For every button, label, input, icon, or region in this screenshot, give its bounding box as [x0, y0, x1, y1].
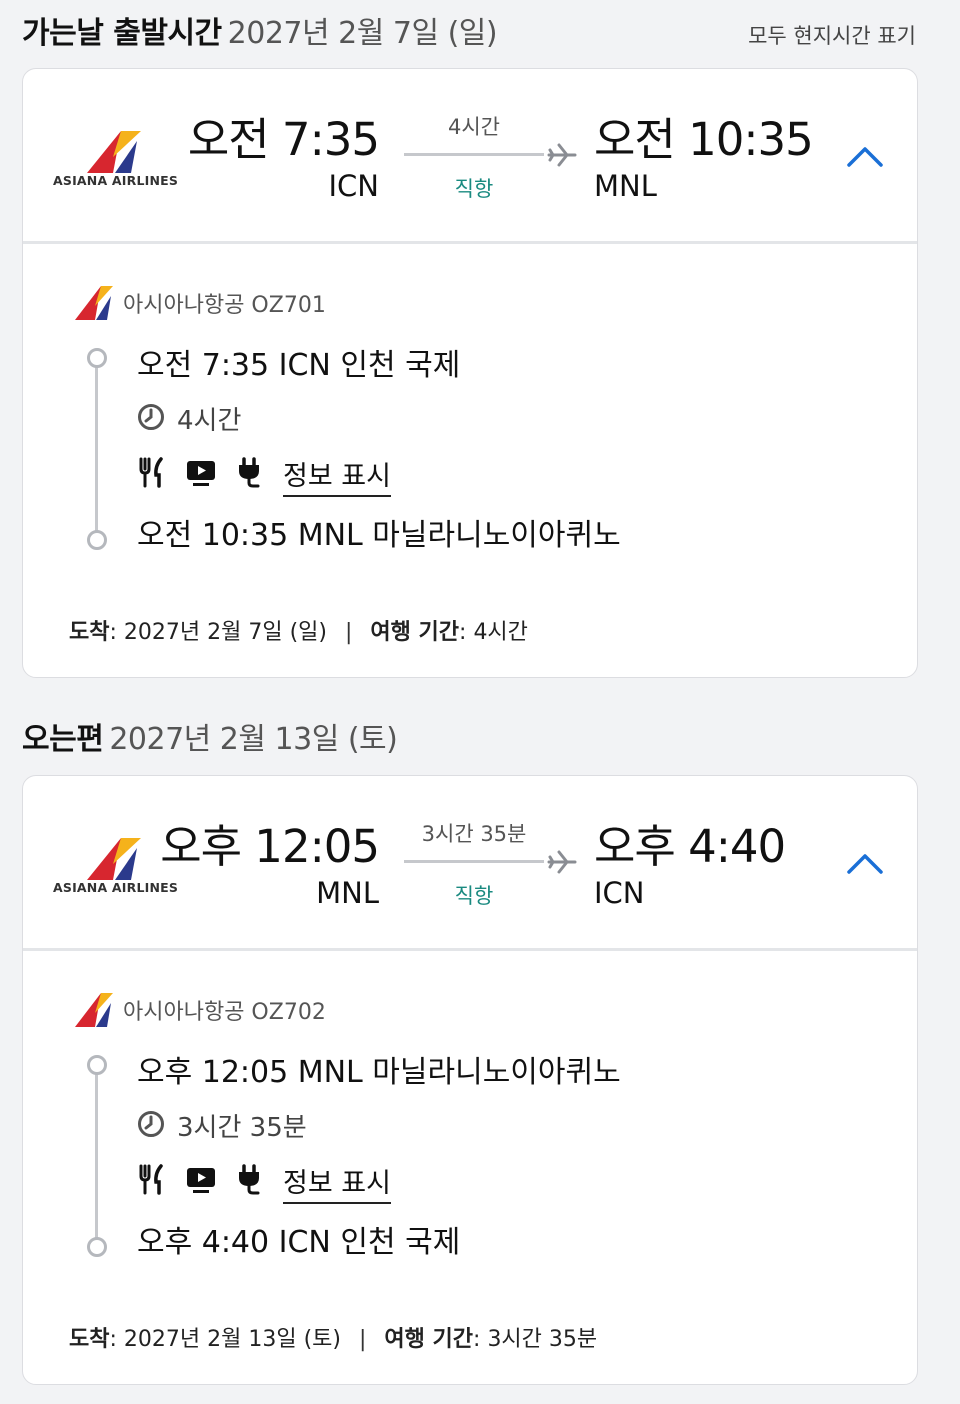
- inbound-title: 오는편: [22, 722, 104, 757]
- arrival-date: 2027년 2월 7일 (일): [123, 620, 327, 645]
- timeline-dot-arrival: [87, 1237, 107, 1257]
- tv-icon: [187, 461, 215, 486]
- meal-icon: [139, 457, 163, 488]
- asiana-logo-icon: [75, 993, 113, 1027]
- inbound-heading: 오는편 2027년 2월 13일 (토): [22, 714, 398, 758]
- arrival-time: 오후 4:40: [594, 820, 786, 873]
- arrival-airport-code: ICN: [594, 876, 645, 910]
- outbound-heading: 가는날 출발시간 2027년 2월 7일 (일): [22, 8, 498, 52]
- plane-icon: [547, 850, 577, 874]
- stops-label: 직항: [454, 884, 494, 908]
- duration-text: 3시간 35분: [177, 1113, 307, 1143]
- departure-time: 오후 12:05: [160, 820, 380, 873]
- power-plug-icon: [239, 1164, 260, 1195]
- arrival-stop: 오전 10:35 MNL 마닐라니노이아퀴노: [137, 518, 621, 553]
- inbound-date: 2027년 2월 13일 (토): [109, 722, 398, 757]
- departure-airport-code: ICN: [328, 169, 380, 203]
- asiana-logo-icon: [87, 838, 141, 880]
- timeline-dot-arrival: [87, 530, 107, 550]
- flight-duration: 4시간: [447, 115, 500, 139]
- tv-icon: [187, 1168, 215, 1193]
- show-info-link[interactable]: 정보 표시: [283, 454, 391, 497]
- departure-airport-code: MNL: [316, 876, 379, 910]
- arrival-label: 도착: [69, 1327, 110, 1352]
- outbound-flight-card: ASIANA AIRLINES 오전 7:35 ICN 4시간 직항 오전 10…: [22, 68, 918, 678]
- trip-duration-value: 4시간: [473, 620, 528, 645]
- timeline-dot-departure: [87, 1055, 107, 1075]
- asiana-logo-icon: [87, 131, 141, 173]
- trip-duration-value: 3시간 35분: [487, 1327, 598, 1352]
- departure-stop: 오전 7:35 ICN 인천 국제: [137, 348, 461, 383]
- inbound-flight-card: ASIANA AIRLINES 오후 12:05 MNL 3시간 35분 직항 …: [22, 775, 918, 1385]
- outbound-date: 2027년 2월 7일 (일): [227, 16, 498, 51]
- clock-icon: [138, 1111, 164, 1137]
- carrier-flight-number: 아시아나항공 OZ702: [123, 1000, 326, 1025]
- show-info-link[interactable]: 정보 표시: [283, 1161, 391, 1204]
- plane-icon: [547, 143, 577, 167]
- departure-stop: 오후 12:05 MNL 마닐라니노이아퀴노: [137, 1055, 621, 1090]
- timeline-dot-departure: [87, 348, 107, 368]
- timeline-line: [95, 360, 98, 540]
- meal-icon: [139, 1164, 163, 1195]
- arrival-label: 도착: [69, 620, 110, 645]
- airline-logo: ASIANA AIRLINES: [53, 123, 178, 203]
- local-time-note: 모두 현지시간 표기: [748, 24, 916, 48]
- arrival-summary: 도착: 2027년 2월 13일 (토) | 여행 기간: 3시간 35분: [69, 1327, 598, 1352]
- trip-duration-label: 여행 기간: [370, 620, 460, 645]
- arrival-date: 2027년 2월 13일 (토): [123, 1327, 341, 1352]
- timeline-line: [95, 1067, 98, 1247]
- chevron-up-icon[interactable]: [845, 848, 885, 876]
- chevron-up-icon[interactable]: [845, 141, 885, 169]
- arrival-airport-code: MNL: [594, 169, 657, 203]
- inbound-summary[interactable]: ASIANA AIRLINES 오후 12:05 MNL 3시간 35분 직항 …: [23, 776, 917, 951]
- route-line: [404, 860, 544, 863]
- stops-label: 직항: [454, 177, 494, 201]
- departure-time: 오전 7:35: [187, 113, 380, 166]
- arrival-time: 오전 10:35: [594, 113, 814, 166]
- outbound-summary[interactable]: ASIANA AIRLINES 오전 7:35 ICN 4시간 직항 오전 10…: [23, 69, 917, 244]
- duration-text: 4시간: [177, 406, 242, 436]
- arrival-summary: 도착: 2027년 2월 7일 (일) | 여행 기간: 4시간: [69, 620, 528, 645]
- outbound-title: 가는날 출발시간: [22, 16, 222, 51]
- clock-icon: [138, 404, 164, 430]
- power-plug-icon: [239, 457, 260, 488]
- flight-duration: 3시간 35분: [421, 822, 527, 846]
- airline-logo-text: ASIANA AIRLINES: [53, 880, 179, 895]
- route-line: [404, 153, 544, 156]
- airline-logo-text: ASIANA AIRLINES: [53, 173, 179, 188]
- trip-duration-label: 여행 기간: [384, 1327, 474, 1352]
- asiana-logo-icon: [75, 286, 113, 320]
- arrival-stop: 오후 4:40 ICN 인천 국제: [137, 1225, 461, 1260]
- carrier-flight-number: 아시아나항공 OZ701: [123, 293, 326, 318]
